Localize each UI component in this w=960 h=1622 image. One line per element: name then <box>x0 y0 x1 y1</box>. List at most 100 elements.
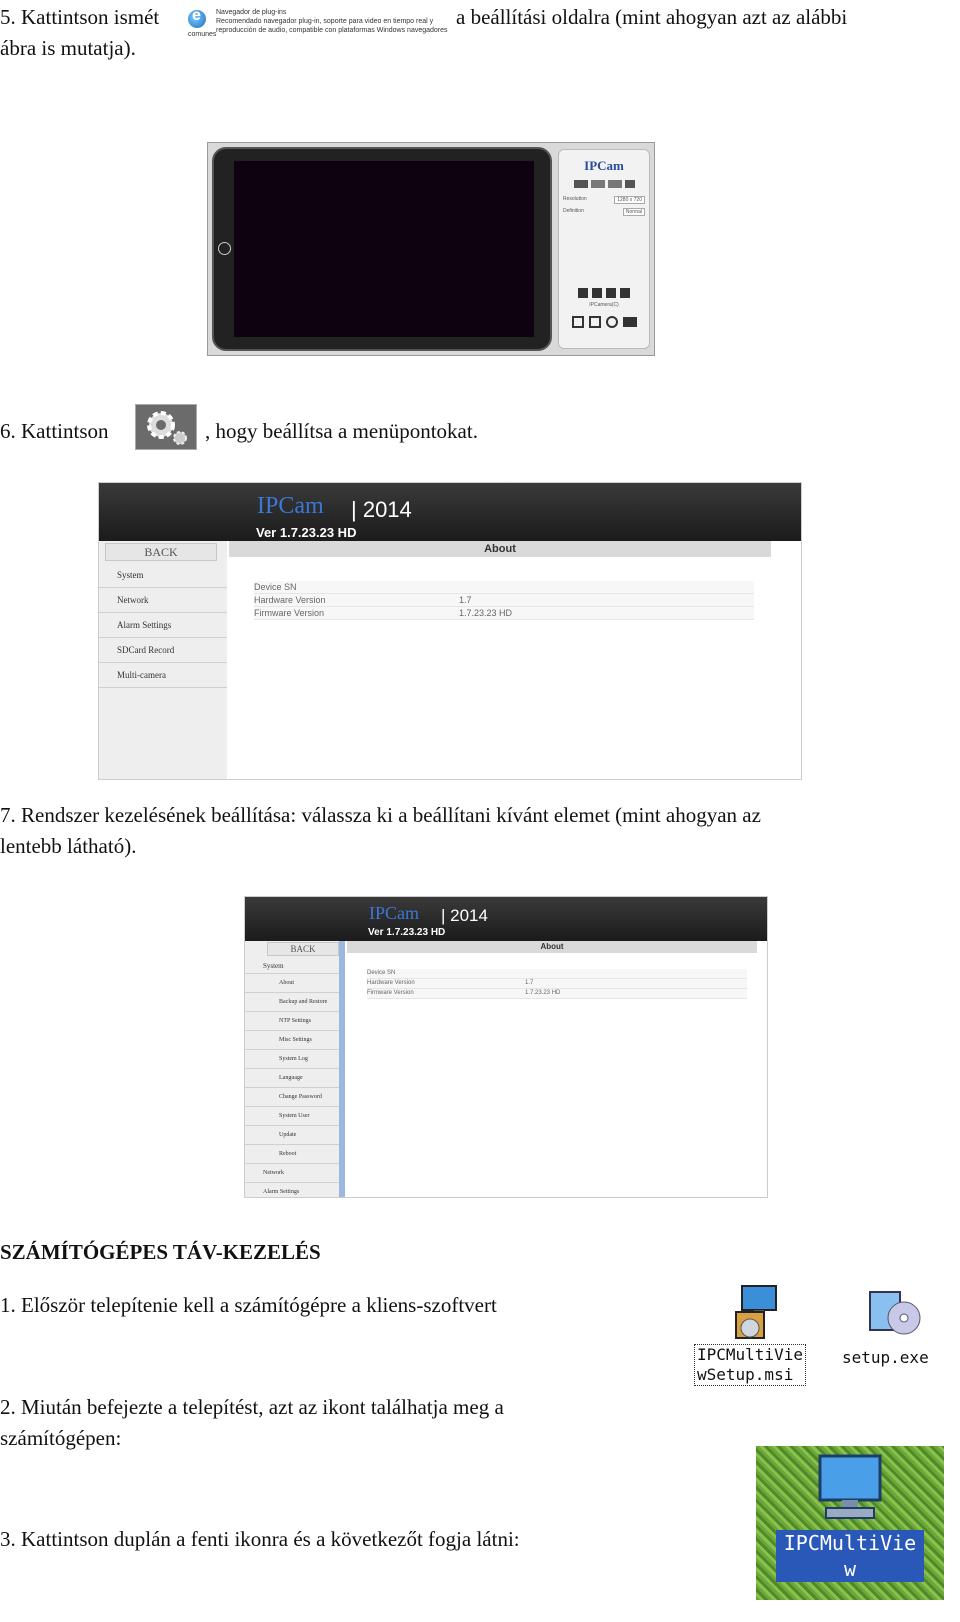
resolution-select[interactable]: 1280 x 720 <box>614 196 645 204</box>
info-label: Device SN <box>367 970 396 976</box>
ptz-stop-icon[interactable] <box>606 288 616 298</box>
submenu-language[interactable]: Language <box>245 1069 339 1088</box>
info-label: Firmware Version <box>367 990 414 996</box>
record-icon[interactable] <box>588 316 601 328</box>
settings1-menu-network[interactable]: Network <box>99 588 227 613</box>
settings1-header: IPCam | 2014 Ver 1.7.23.23 HD <box>99 483 801 541</box>
step7-line2: lentebb látható). <box>0 834 137 858</box>
desktop-shortcut[interactable]: IPCMultiVie w <box>756 1446 944 1600</box>
settings2-menu-alarm[interactable]: Alarm Settings <box>245 1183 339 1197</box>
settings1-year: | 2014 <box>351 497 412 522</box>
zoom-icon[interactable] <box>624 180 635 188</box>
ptz-right-icon[interactable] <box>592 288 602 298</box>
definition-select[interactable]: Normal <box>622 208 645 216</box>
settings1-menu-alarm[interactable]: Alarm Settings <box>99 613 227 638</box>
settings1-menu-sdcard[interactable]: SDCard Record <box>99 638 227 663</box>
desktop-shortcut-label-line1: IPCMultiVie <box>783 1531 917 1555</box>
camera-view-screenshot: IPCam Resolution 1280 x 720 Definition N… <box>207 142 655 356</box>
camera-icon[interactable] <box>605 316 618 328</box>
plugin-title: Navegador de plug-ins <box>216 9 287 16</box>
step5-text-before: 5. Kattintson ismét <box>0 5 160 29</box>
quad-view-icon[interactable] <box>590 180 605 188</box>
settings1-menu-system[interactable]: System <box>99 563 227 588</box>
submenu-system-log[interactable]: System Log <box>245 1050 339 1069</box>
submenu-backup-restore[interactable]: Backup and Restore <box>245 993 339 1012</box>
submenu-misc-settings[interactable]: Misc Settings <box>245 1031 339 1050</box>
step5-text-after: a beállítási oldalra (mint ahogyan azt a… <box>456 5 848 29</box>
computer-icon <box>818 1454 882 1519</box>
msi-installer-icon <box>735 1285 777 1339</box>
settings1-menu-multicamera[interactable]: Multi-camera <box>99 663 227 688</box>
info-row: Hardware Version 1.7 <box>367 979 747 989</box>
info-row: Firmware Version 1.7.23.23 HD <box>254 607 754 620</box>
plugin-desc3: comunes <box>188 31 217 38</box>
settings1-tab-about[interactable]: About <box>229 541 771 557</box>
ipcam-caption: IPCamera(C) <box>589 302 619 308</box>
info-row: Device SN <box>254 581 754 594</box>
action-buttons <box>559 316 649 328</box>
settings1-logo: IPCam <box>257 493 324 519</box>
resolution-label: Resolution <box>563 196 587 202</box>
step5-paragraph: 5. Kattintson ismét Navegador de plug-in… <box>0 2 960 72</box>
settings2-submenu: About Backup and Restore NTP Settings Mi… <box>245 974 339 1197</box>
desktop-shortcut-label: IPCMultiVie w <box>776 1530 924 1582</box>
submenu-system-user[interactable]: System User <box>245 1107 339 1126</box>
settings1-info-table: Device SN Hardware Version 1.7 Firmware V… <box>254 581 754 620</box>
step6-paragraph: 6. Kattintson , hogy beállítsa a menüpon… <box>0 404 960 454</box>
msi-file-name: IPCMultiVie wSetup.msi <box>694 1344 806 1386</box>
step6-text-after: , hogy beállítsa a menüpontokat. <box>205 419 478 443</box>
remote-step2-line2: számítógépen: <box>0 1426 122 1450</box>
video-icon[interactable] <box>622 317 637 327</box>
info-value: 1.7 <box>459 595 472 605</box>
submenu-about[interactable]: About <box>245 974 339 993</box>
submenu-change-password[interactable]: Change Password <box>245 1088 339 1107</box>
single-view-icon[interactable] <box>573 180 588 188</box>
setup-exe-file[interactable]: setup.exe <box>842 1284 952 1374</box>
remote-step2-line1: 2. Miután befejezte a telepítést, azt az… <box>0 1395 504 1419</box>
settings2-info-table: Device SN Hardware Version 1.7 Firmware V… <box>367 969 747 999</box>
ptz-up-icon[interactable] <box>578 288 588 298</box>
remote-step1: 1. Először telepítenie kell a számítógép… <box>0 1293 497 1317</box>
submenu-reboot[interactable]: Reboot <box>245 1145 339 1164</box>
info-row: Hardware Version 1.7 <box>254 594 754 607</box>
settings2-tab-about[interactable]: About <box>347 941 757 953</box>
step7-paragraph: 7. Rendszer kezelésének beállítása: vála… <box>0 800 960 864</box>
ptz-left-icon[interactable] <box>620 288 630 298</box>
ptz-buttons <box>559 288 649 298</box>
info-label: Device SN <box>254 582 297 592</box>
submenu-update[interactable]: Update <box>245 1126 339 1145</box>
setup-exe-icon <box>869 1291 921 1335</box>
settings-gear-button[interactable] <box>135 404 197 450</box>
setup-exe-name: setup.exe <box>842 1348 929 1367</box>
info-value: 1.7.23.23 HD <box>525 990 561 996</box>
plugin-desc2: reproducción de audio, compatible con pl… <box>216 27 448 34</box>
settings1-back-button[interactable]: BACK <box>105 543 217 561</box>
info-label: Hardware Version <box>254 595 326 605</box>
snapshot-icon[interactable] <box>571 316 584 328</box>
plugin-desc1: Recomendado navegador plug-in, soporte p… <box>216 18 434 25</box>
settings2-menu-system[interactable]: System <box>245 958 339 974</box>
submenu-ntp-settings[interactable]: NTP Settings <box>245 1012 339 1031</box>
multi-view-icon[interactable] <box>607 180 622 188</box>
info-row: Firmware Version 1.7.23.23 HD <box>367 989 747 999</box>
desktop-shortcut-label-line2: w <box>843 1557 857 1581</box>
remote-step3: 3. Kattintson duplán a fenti ikonra és a… <box>0 1527 520 1551</box>
collapse-icon[interactable] <box>218 242 231 255</box>
gear-icon <box>147 411 187 445</box>
info-label: Firmware Version <box>254 608 325 618</box>
definition-label: Definition <box>563 208 584 214</box>
video-area <box>234 161 534 337</box>
step7-line1: 7. Rendszer kezelésének beállítása: vála… <box>0 803 761 827</box>
plugin-browser-button[interactable]: Navegador de plug-ins Recomendado navega… <box>188 6 456 38</box>
msi-installer-file[interactable]: IPCMultiVie wSetup.msi <box>694 1284 824 1394</box>
settings2-sidebar: BACK System About Backup and Restore NTP… <box>245 941 345 1197</box>
settings2-menu-network[interactable]: Network <box>245 1164 339 1183</box>
settings2-version: Ver 1.7.23.23 HD <box>368 927 446 938</box>
info-label: Hardware Version <box>367 980 415 986</box>
info-value: 1.7.23.23 HD <box>459 608 513 618</box>
settings1-sidebar: BACK System Network Alarm Settings SDCar… <box>99 541 227 779</box>
video-display <box>212 147 552 351</box>
remote-heading: SZÁMÍTÓGÉPES TÁV-KEZELÉS <box>0 1240 321 1264</box>
sidebar-scrollbar[interactable] <box>339 941 345 1197</box>
settings2-back-button[interactable]: BACK <box>267 942 339 956</box>
